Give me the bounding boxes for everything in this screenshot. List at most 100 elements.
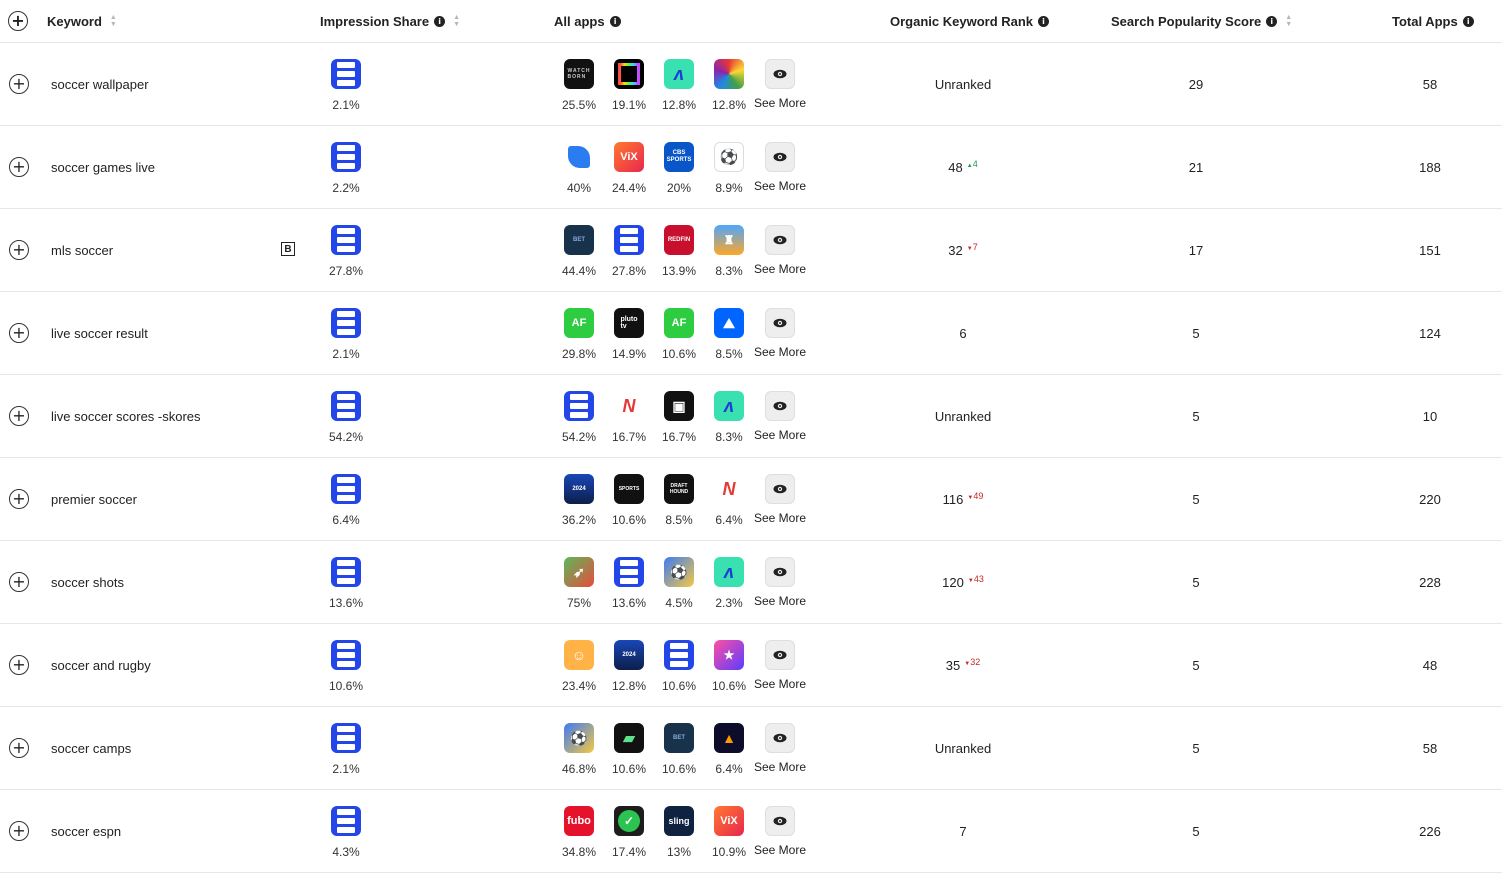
fubo-icon[interactable]: fubo xyxy=(564,806,594,836)
see-more-button[interactable]: See More xyxy=(752,723,808,774)
info-icon[interactable]: i xyxy=(609,15,621,27)
header-keyword[interactable]: Keyword ▲ ▼ xyxy=(47,0,117,42)
keyword-text[interactable]: soccer and rugby xyxy=(51,624,151,706)
expand-row-icon[interactable]: + xyxy=(9,489,29,509)
see-more-button[interactable]: See More xyxy=(752,474,808,525)
player-cartoon-icon[interactable]: ☺ xyxy=(564,640,594,670)
keyword-text[interactable]: live soccer scores -skores xyxy=(51,375,201,457)
info-icon[interactable]: i xyxy=(1038,15,1050,27)
eye-icon[interactable] xyxy=(765,225,795,255)
af-world-cup-icon[interactable]: AF xyxy=(664,308,694,338)
wave-a-icon[interactable]: ʌ xyxy=(664,59,694,89)
keyword-text[interactable]: soccer games live xyxy=(51,126,155,208)
sort-icon[interactable]: ▲ ▼ xyxy=(453,14,460,28)
brand-s-icon[interactable] xyxy=(614,557,644,587)
brand-s-icon[interactable] xyxy=(331,806,361,836)
brand-s-icon[interactable] xyxy=(614,225,644,255)
brand-s-icon[interactable] xyxy=(564,391,594,421)
brand-s-icon[interactable] xyxy=(331,391,361,421)
eye-icon[interactable] xyxy=(765,474,795,504)
tower-icon[interactable]: ▲ xyxy=(714,723,744,753)
keyword-text[interactable]: premier soccer xyxy=(51,458,137,540)
keyword-text[interactable]: mls soccer xyxy=(51,209,113,291)
see-more-button[interactable]: See More xyxy=(752,806,808,857)
archery-icon[interactable]: ➶ xyxy=(564,557,594,587)
see-more-button[interactable]: See More xyxy=(752,557,808,608)
see-more-label[interactable]: See More xyxy=(754,345,806,359)
see-more-label[interactable]: See More xyxy=(754,760,806,774)
eye-icon[interactable] xyxy=(765,557,795,587)
see-more-label[interactable]: See More xyxy=(754,677,806,691)
see-more-button[interactable]: See More xyxy=(752,640,808,691)
redfin-icon[interactable]: REDFIN xyxy=(664,225,694,255)
expand-row-icon[interactable]: + xyxy=(9,240,29,260)
expand-row-icon[interactable]: + xyxy=(9,323,29,343)
af-tipo-icon[interactable]: AF xyxy=(564,308,594,338)
red-n-icon[interactable]: N xyxy=(614,391,644,421)
stadium-icon[interactable]: ♜ xyxy=(714,225,744,255)
rugby-stars-icon[interactable]: ★ xyxy=(714,640,744,670)
see-more-label[interactable]: See More xyxy=(754,511,806,525)
rainbow-square-icon[interactable] xyxy=(614,59,644,89)
vix-icon[interactable]: ViX xyxy=(614,142,644,172)
draft-hound-icon[interactable]: DRAFT HOUND xyxy=(664,474,694,504)
sort-icon[interactable]: ▲ ▼ xyxy=(1285,14,1292,28)
brand-s-icon[interactable] xyxy=(331,225,361,255)
expand-row-icon[interactable]: + xyxy=(9,157,29,177)
brand-s-icon[interactable] xyxy=(331,142,361,172)
wave-a-icon[interactable]: ʌ xyxy=(714,557,744,587)
see-more-label[interactable]: See More xyxy=(754,179,806,193)
red-n-icon[interactable]: N xyxy=(714,474,744,504)
keyword-text[interactable]: soccer wallpaper xyxy=(51,43,149,125)
see-more-label[interactable]: See More xyxy=(754,96,806,110)
soccer-ball-icon[interactable]: ⚽ xyxy=(714,142,744,172)
brand-s-icon[interactable] xyxy=(331,308,361,338)
players-2024-icon[interactable]: 2024 xyxy=(614,640,644,670)
eye-icon[interactable] xyxy=(765,723,795,753)
add-all-icon[interactable]: + xyxy=(8,11,28,31)
sort-icon[interactable]: ▲ ▼ xyxy=(110,14,117,28)
brand-s-icon[interactable] xyxy=(331,474,361,504)
see-more-button[interactable]: See More xyxy=(752,391,808,442)
eye-icon[interactable] xyxy=(765,59,795,89)
eye-icon[interactable] xyxy=(765,142,795,172)
header-search-popularity[interactable]: Search Popularity Score i ▲ ▼ xyxy=(1111,0,1292,42)
green-check-icon[interactable]: ✓ xyxy=(614,806,644,836)
keyword-text[interactable]: soccer shots xyxy=(51,541,124,623)
sling-icon[interactable]: sling xyxy=(664,806,694,836)
see-more-button[interactable]: See More xyxy=(752,308,808,359)
paramount-icon[interactable]: ⛰ xyxy=(714,308,744,338)
brand-s-icon[interactable] xyxy=(331,557,361,587)
cbs-sports-icon[interactable]: CBS SPORTS xyxy=(664,142,694,172)
expand-row-icon[interactable]: + xyxy=(9,655,29,675)
see-more-button[interactable]: See More xyxy=(752,225,808,276)
brand-s-icon[interactable] xyxy=(331,640,361,670)
brand-s-icon[interactable] xyxy=(664,640,694,670)
expand-row-icon[interactable]: + xyxy=(9,821,29,841)
wave-a-icon[interactable]: ʌ xyxy=(714,391,744,421)
bet-icon[interactable]: BET xyxy=(564,225,594,255)
blue-shapes-icon[interactable] xyxy=(564,142,594,172)
keyword-text[interactable]: soccer espn xyxy=(51,790,121,872)
info-icon[interactable]: i xyxy=(1462,15,1474,27)
expand-row-icon[interactable]: + xyxy=(9,406,29,426)
vix-icon[interactable]: ViX xyxy=(714,806,744,836)
info-icon[interactable]: i xyxy=(434,15,446,27)
see-more-label[interactable]: See More xyxy=(754,428,806,442)
sports-icon[interactable]: SPORTS xyxy=(614,474,644,504)
see-more-button[interactable]: See More xyxy=(752,59,808,110)
eye-icon[interactable] xyxy=(765,806,795,836)
see-more-button[interactable]: See More xyxy=(752,142,808,193)
eye-icon[interactable] xyxy=(765,308,795,338)
info-icon[interactable]: i xyxy=(1266,15,1278,27)
brand-s-icon[interactable] xyxy=(331,59,361,89)
eye-icon[interactable] xyxy=(765,640,795,670)
watch-born-icon[interactable]: WATCH BORN xyxy=(564,59,594,89)
runner-icon[interactable]: ⚽ xyxy=(664,557,694,587)
keyword-text[interactable]: soccer camps xyxy=(51,707,131,789)
see-more-label[interactable]: See More xyxy=(754,262,806,276)
swirl-icon[interactable] xyxy=(714,59,744,89)
black-tv-icon[interactable]: ▣ xyxy=(664,391,694,421)
players-2024-icon[interactable]: 2024 xyxy=(564,474,594,504)
runner-icon[interactable]: ⚽ xyxy=(564,723,594,753)
